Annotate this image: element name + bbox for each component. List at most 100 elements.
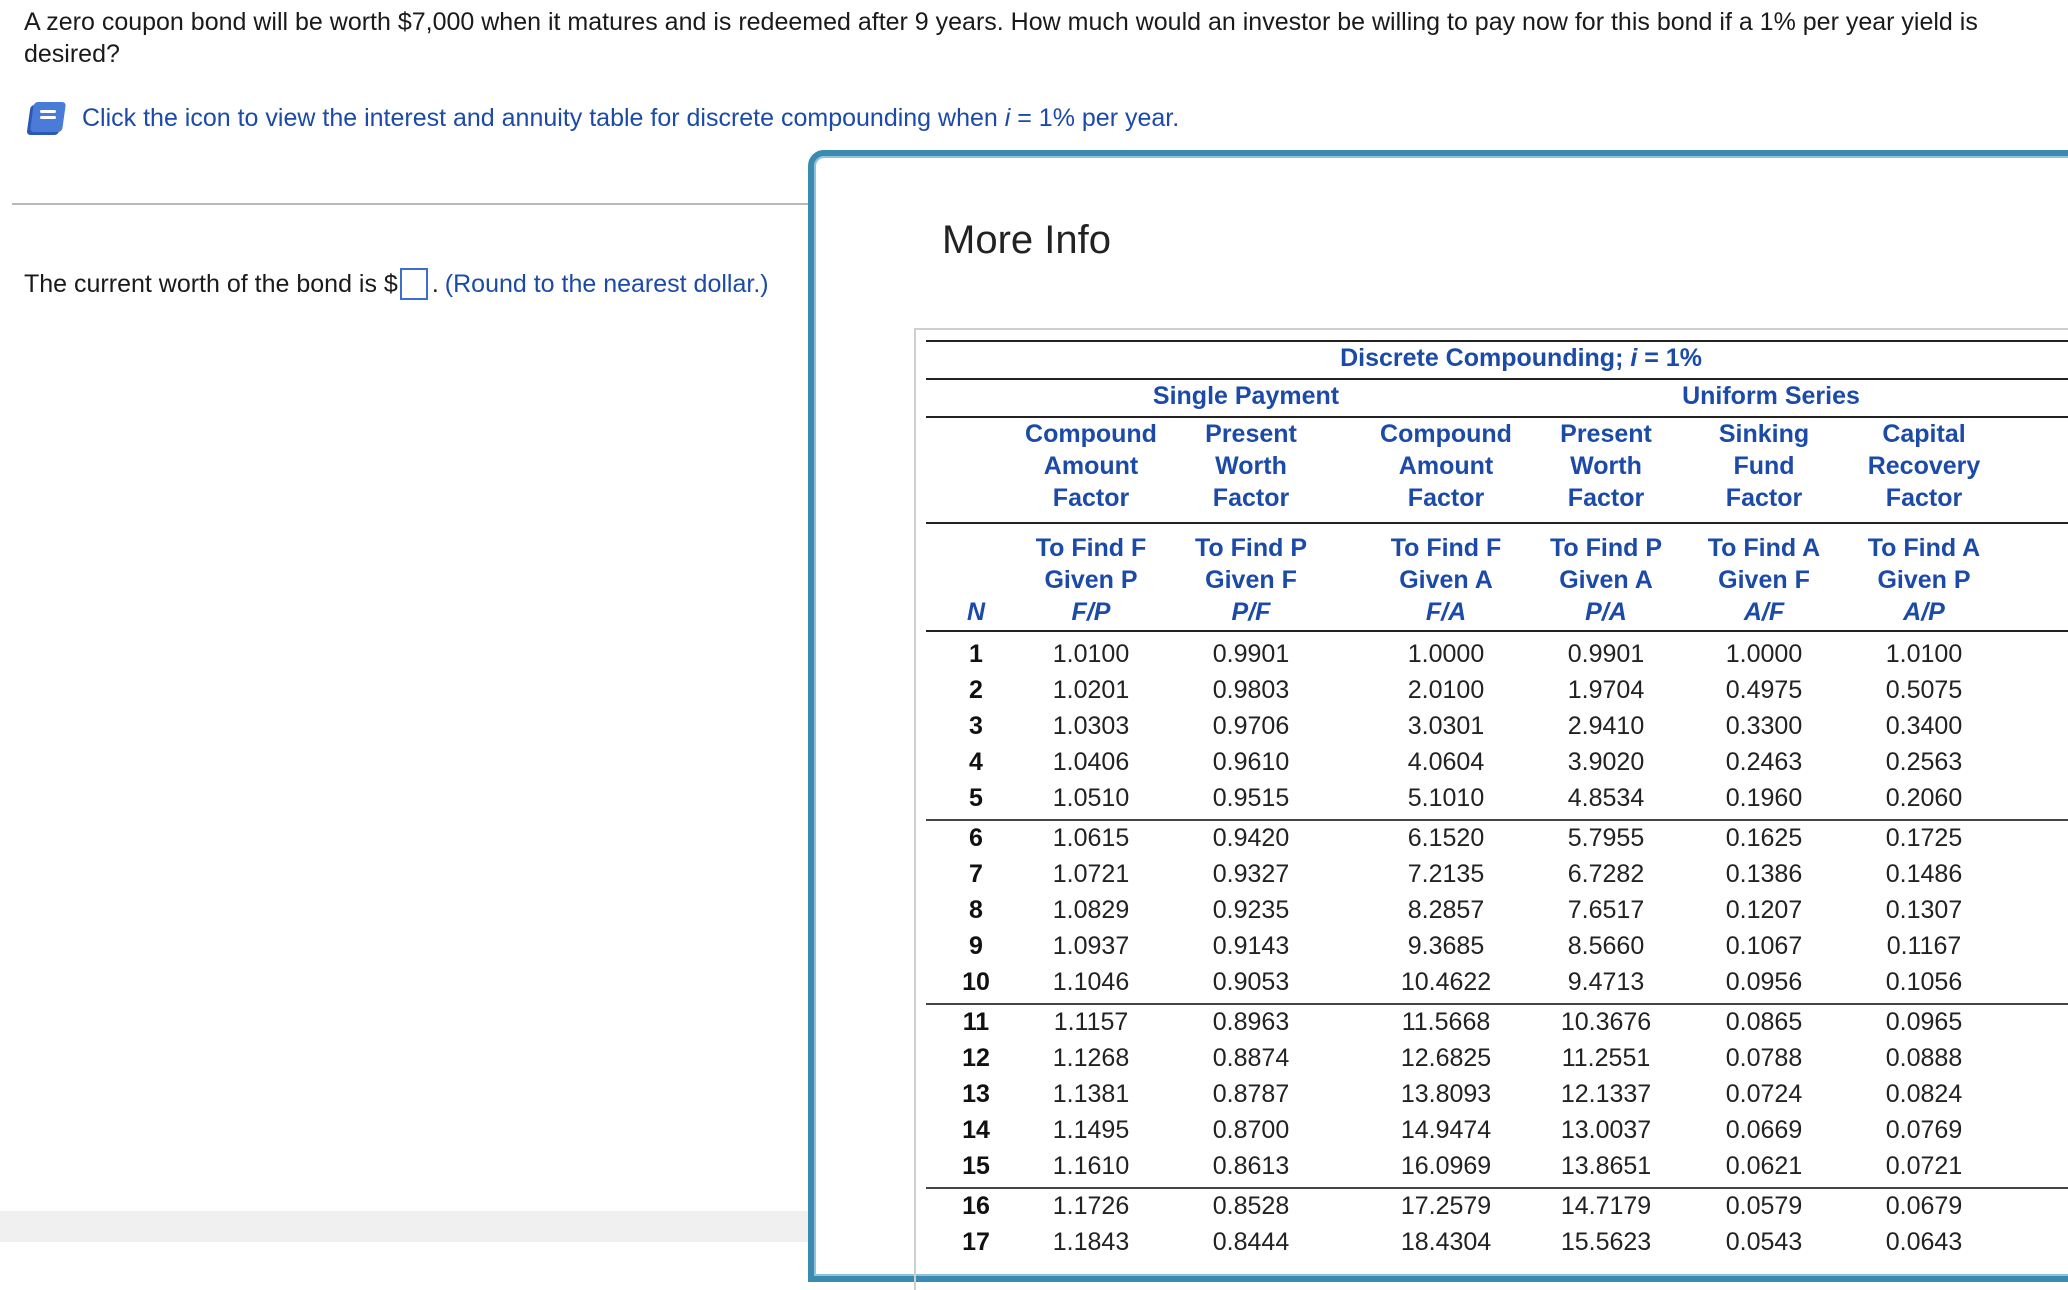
table-row-n: 3: [969, 712, 983, 740]
interest-table: Discrete Compounding; i = 1% Single Paym…: [914, 328, 2068, 1290]
answer-suffix: .: [431, 269, 439, 298]
table-row-n: 2: [969, 676, 983, 704]
column-header-3: P/A: [1585, 598, 1627, 626]
table-cell: 12.1337: [1560, 1080, 1652, 1108]
table-cell: 0.9901: [1567, 640, 1645, 668]
table-cell: 10.3676: [1560, 1008, 1652, 1036]
table-cell: 3.0301: [1407, 712, 1485, 740]
table-cell: 17.2579: [1400, 1192, 1492, 1220]
table-cell: 9.4713: [1567, 968, 1645, 996]
group-uniform-series: Uniform Series: [1682, 382, 1860, 410]
table-cell: 9.3685: [1407, 932, 1485, 960]
table-cell: 7.6517: [1567, 896, 1645, 924]
table-row-n: 8: [969, 896, 983, 924]
table-cell: 0.3300: [1725, 712, 1803, 740]
table-cell: 1.0829: [1052, 896, 1130, 924]
column-header-3: To Find P: [1549, 534, 1662, 562]
table-cell: 0.1056: [1885, 968, 1963, 996]
table-cell: 0.1207: [1725, 896, 1803, 924]
table-cell: 0.1486: [1885, 860, 1963, 888]
book-icon[interactable]: [28, 100, 67, 136]
table-cell: 16.0969: [1400, 1152, 1492, 1180]
table-cell: 2.0100: [1407, 676, 1485, 704]
table-cell: 0.1625: [1725, 824, 1803, 852]
table-cell: 0.9235: [1212, 896, 1290, 924]
table-cell: 0.4975: [1725, 676, 1803, 704]
table-cell: 0.9143: [1212, 932, 1290, 960]
column-header-1: To Find P: [1194, 534, 1307, 562]
table-cell: 1.0721: [1052, 860, 1130, 888]
table-cell: 8.5660: [1567, 932, 1645, 960]
table-cell: 0.8613: [1212, 1152, 1290, 1180]
column-header-2: F/A: [1425, 598, 1467, 626]
table-cell: 0.9053: [1212, 968, 1290, 996]
table-row-n: 5: [969, 784, 983, 812]
table-cell: 5.1010: [1407, 784, 1485, 812]
table-row-n: 7: [969, 860, 983, 888]
table-cell: 1.1157: [1053, 1008, 1129, 1036]
table-cell: 15.5623: [1560, 1228, 1652, 1256]
table-cell: 1.0615: [1052, 824, 1130, 852]
table-row-n: 12: [962, 1044, 990, 1072]
table-cell: 0.0679: [1885, 1192, 1963, 1220]
table-cell: 0.8874: [1212, 1044, 1290, 1072]
footer-strip: [0, 1211, 812, 1242]
table-cell: 1.0100: [1885, 640, 1963, 668]
column-header-3: Factor: [1567, 484, 1645, 512]
table-row-n: 1: [969, 640, 983, 668]
table-cell: 1.0000: [1725, 640, 1803, 668]
table-cell: 0.0669: [1725, 1116, 1803, 1144]
column-header-0: Compound: [1025, 420, 1157, 448]
table-cell: 5.7955: [1567, 824, 1645, 852]
table-cell: 1.0406: [1052, 748, 1130, 776]
column-header-3: Worth: [1570, 452, 1642, 480]
column-header-5: Factor: [1885, 484, 1963, 512]
table-cell: 1.1268: [1052, 1044, 1130, 1072]
column-header-4: Given F: [1718, 566, 1810, 594]
table-cell: 0.8444: [1212, 1228, 1290, 1256]
column-header-2: Amount: [1398, 452, 1494, 480]
column-header-0: F/P: [1071, 598, 1111, 626]
column-header-5: To Find A: [1867, 534, 1981, 562]
table-cell: 0.0543: [1725, 1228, 1803, 1256]
table-cell: 0.9706: [1212, 712, 1290, 740]
table-cell: 0.1167: [1886, 932, 1962, 960]
table-cell: 0.8787: [1212, 1080, 1290, 1108]
table-cell: 8.2857: [1407, 896, 1485, 924]
table-cell: 11.5668: [1401, 1008, 1491, 1036]
table-cell: 14.7179: [1560, 1192, 1652, 1220]
table-cell: 0.2463: [1725, 748, 1803, 776]
table-row-n: 9: [969, 932, 983, 960]
table-hint-link[interactable]: Click the icon to view the interest and …: [28, 100, 1179, 136]
table-cell: 1.0100: [1052, 640, 1130, 668]
table-cell: 1.0000: [1407, 640, 1485, 668]
column-header-3: Present: [1560, 420, 1652, 448]
table-caption: Discrete Compounding; i = 1%: [1340, 344, 1702, 372]
table-cell: 0.1307: [1885, 896, 1963, 924]
table-cell: 1.0201: [1052, 676, 1130, 704]
table-row-n: 16: [962, 1192, 990, 1220]
answer-prefix: The current worth of the bond is $: [24, 269, 398, 298]
table-cell: 7.2135: [1407, 860, 1485, 888]
column-header-4: Factor: [1725, 484, 1803, 512]
table-cell: 0.8528: [1212, 1192, 1290, 1220]
table-cell: 0.9610: [1212, 748, 1290, 776]
table-row-n: 14: [962, 1116, 990, 1144]
table-cell: 0.0865: [1725, 1008, 1803, 1036]
table-cell: 0.1725: [1885, 824, 1963, 852]
column-header-5: Capital: [1882, 420, 1966, 448]
table-cell: 0.9515: [1212, 784, 1290, 812]
answer-line: The current worth of the bond is $ . (Ro…: [24, 268, 769, 300]
column-header-3: Given A: [1559, 566, 1653, 594]
table-cell: 0.0724: [1725, 1080, 1803, 1108]
answer-input[interactable]: [399, 268, 428, 300]
hint-text[interactable]: Click the icon to view the interest and …: [82, 104, 1179, 133]
table-cell: 0.0788: [1725, 1044, 1803, 1072]
table-cell: 0.1067: [1725, 932, 1803, 960]
table-cell: 0.9327: [1212, 860, 1290, 888]
table-cell: 0.5075: [1885, 676, 1963, 704]
table-cell: 6.7282: [1567, 860, 1645, 888]
table-row-n: 13: [962, 1080, 990, 1108]
table-row-n: 6: [969, 824, 983, 852]
table-cell: 3.9020: [1567, 748, 1645, 776]
